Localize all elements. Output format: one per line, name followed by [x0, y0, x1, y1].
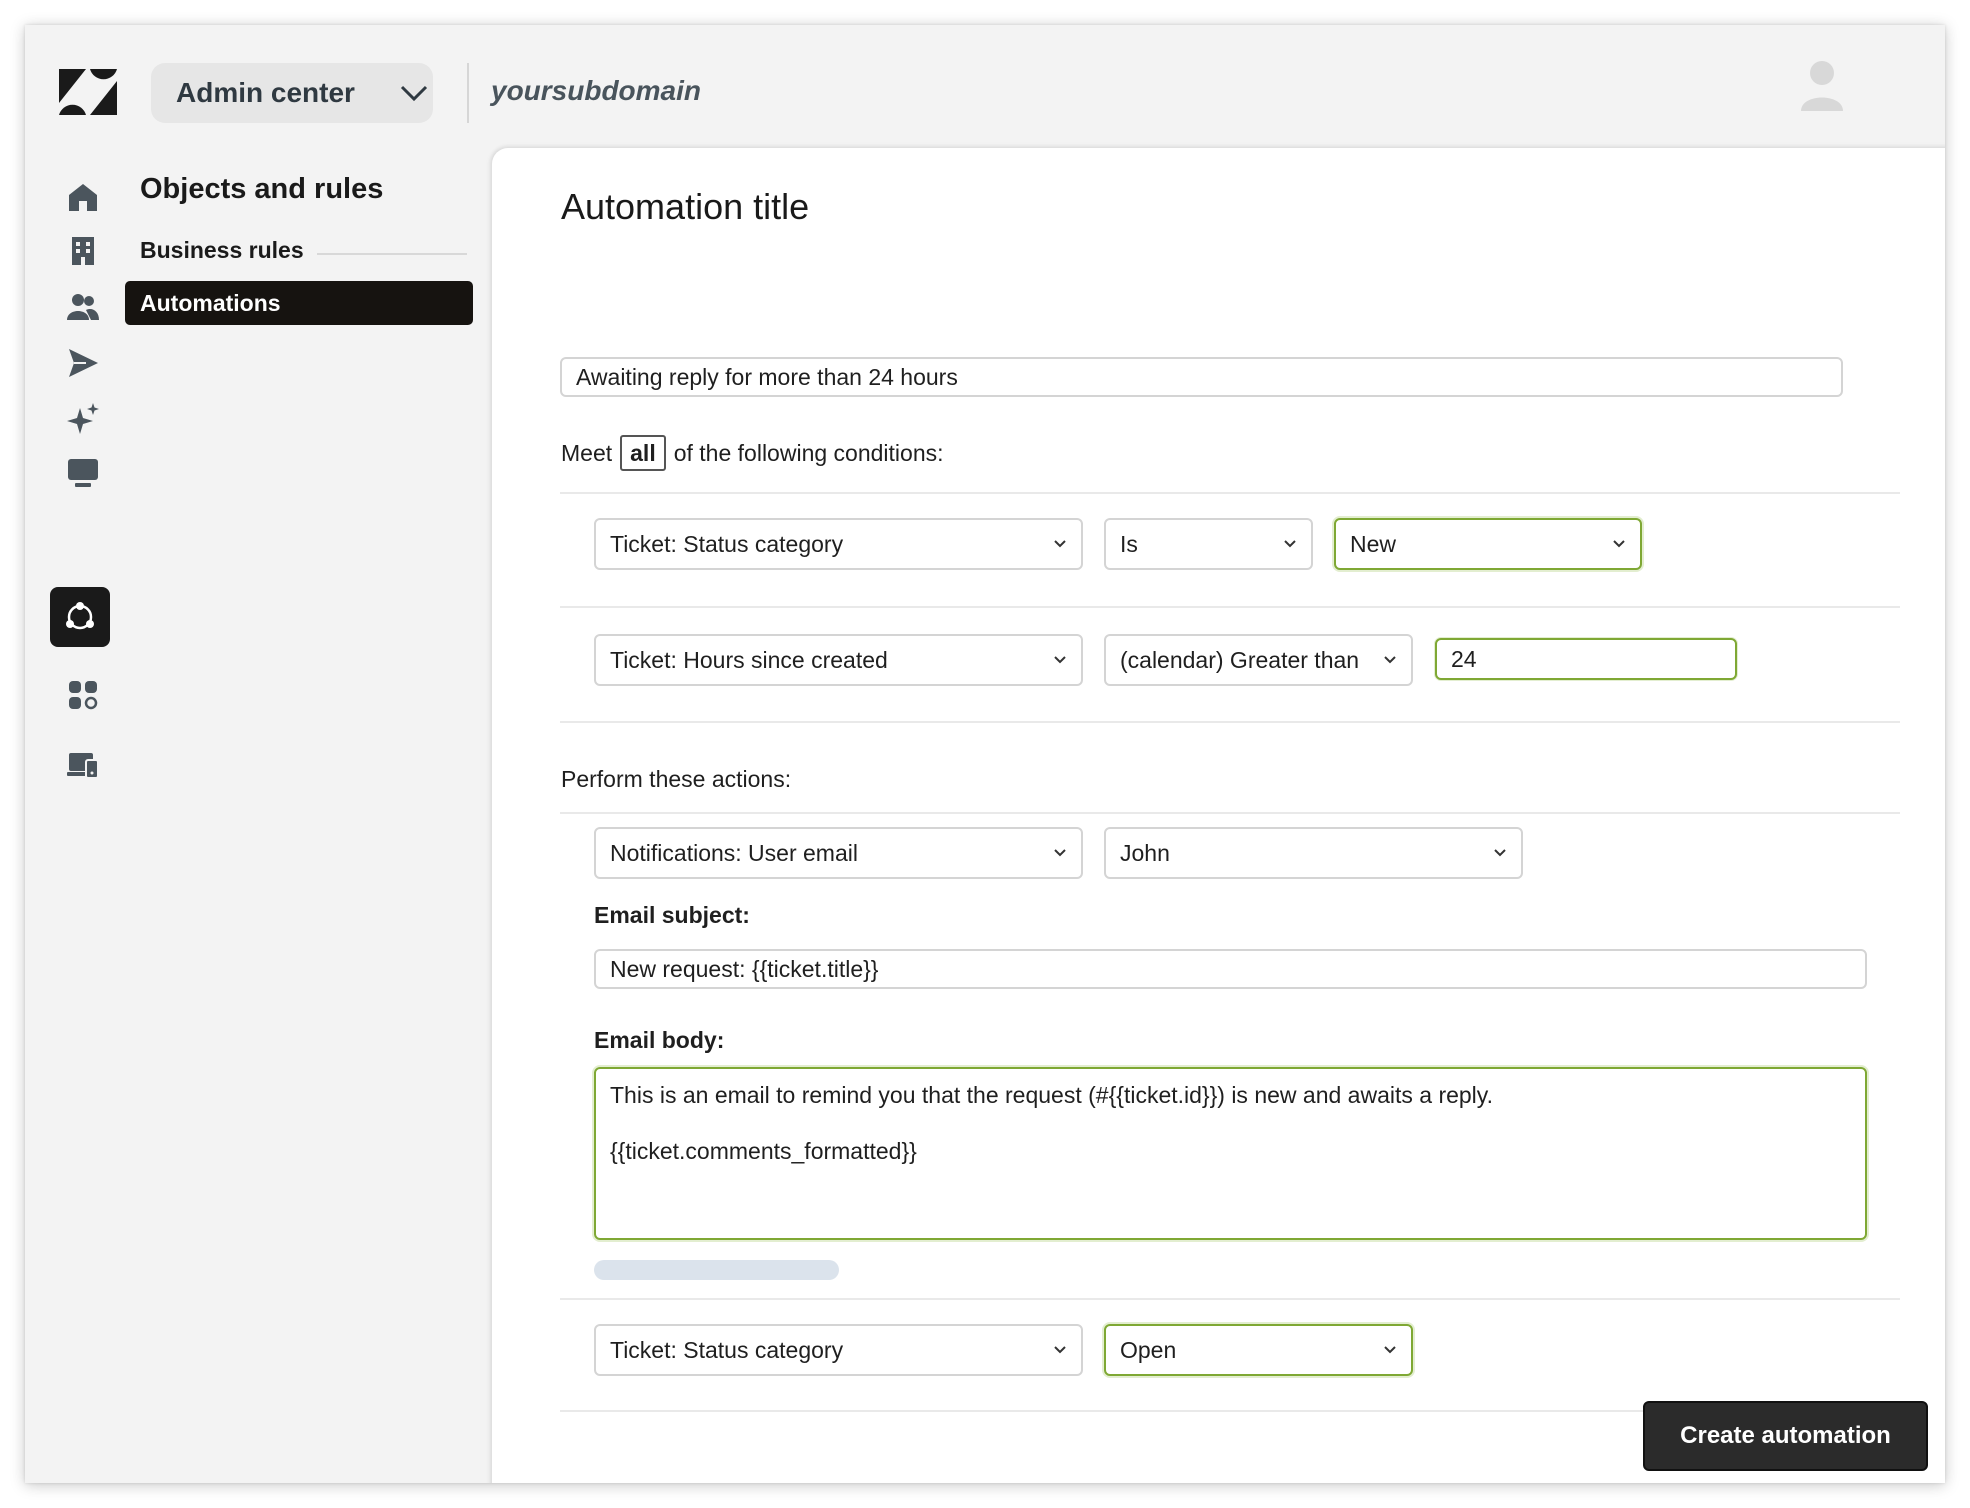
divider	[560, 492, 1900, 494]
email-body-line-1: This is an email to remind you that the …	[610, 1082, 1493, 1108]
condition-2-operator-select[interactable]: (calendar) Greater than	[1104, 634, 1413, 686]
rail-home[interactable]	[55, 169, 111, 225]
send-icon	[69, 349, 98, 377]
condition-1-operator: Is	[1120, 530, 1138, 557]
admin-center-label: Admin center	[176, 77, 355, 108]
email-subject-value: New request: {{ticket.title}}	[610, 955, 879, 982]
action-2-value-select[interactable]: Open	[1104, 1324, 1413, 1376]
monitor-icon	[68, 459, 98, 487]
chevron-down-icon	[1384, 1346, 1396, 1354]
condition-1-field-select[interactable]: Ticket: Status category	[594, 518, 1083, 570]
devices-icon	[67, 753, 99, 779]
nav-title: Objects and rules	[140, 173, 384, 205]
meet-all-select[interactable]: all	[620, 435, 666, 471]
meet-prefix: Meet	[561, 439, 613, 466]
objects-rules-icon	[66, 602, 94, 630]
nav-item-automations[interactable]: Automations	[125, 281, 473, 325]
action-2-value: Open	[1120, 1336, 1177, 1363]
user-avatar-icon[interactable]	[1799, 59, 1845, 111]
condition-2-operator: (calendar) Greater than	[1120, 646, 1360, 673]
condition-2-value-input[interactable]: 24	[1435, 638, 1737, 680]
admin-center-window: Admin center yoursubdomain Objects and r…	[25, 25, 1945, 1483]
divider	[560, 812, 1900, 814]
action-2-field: Ticket: Status category	[610, 1336, 844, 1363]
nav-section-divider	[317, 253, 467, 255]
automation-title-value: Awaiting reply for more than 24 hours	[576, 363, 958, 390]
chevron-down-icon	[1613, 540, 1625, 548]
automation-title-input[interactable]: Awaiting reply for more than 24 hours	[560, 357, 1843, 397]
actions-heading: Perform these actions:	[561, 766, 792, 792]
rail-account[interactable]	[55, 737, 111, 793]
condition-1-operator-select[interactable]: Is	[1104, 518, 1313, 570]
email-body-line-2: {{ticket.comments_formatted}}	[610, 1138, 917, 1164]
rail-organizations[interactable]	[55, 223, 111, 279]
nav-section-business-rules[interactable]: Business rules	[140, 237, 304, 264]
placeholder-link-bar[interactable]	[594, 1260, 839, 1280]
divider	[560, 606, 1900, 608]
divider	[560, 1298, 1900, 1300]
rail-apps[interactable]	[55, 667, 111, 723]
chevron-down-icon	[1284, 540, 1296, 548]
condition-1-field: Ticket: Status category	[610, 530, 844, 557]
action-1-field-select[interactable]: Notifications: User email	[594, 827, 1083, 879]
action-1-recipient-select[interactable]: John	[1104, 827, 1523, 879]
sparkle-icon	[67, 403, 99, 434]
meet-conditions-row: Meet all of the following conditions:	[561, 435, 944, 471]
subdomain-label: yoursubdomain	[491, 75, 702, 106]
condition-2-field-select[interactable]: Ticket: Hours since created	[594, 634, 1083, 686]
rail-people[interactable]	[55, 279, 111, 335]
header-divider	[467, 63, 469, 123]
email-subject-input[interactable]: New request: {{ticket.title}}	[594, 949, 1867, 989]
condition-1-value-select[interactable]: New	[1334, 518, 1642, 570]
chevron-down-icon	[400, 85, 428, 102]
home-icon	[69, 184, 97, 211]
divider	[560, 721, 1900, 723]
people-icon	[67, 294, 99, 320]
chevron-down-icon	[1054, 540, 1066, 548]
email-body-textarea[interactable]: This is an email to remind you that the …	[594, 1067, 1867, 1240]
action-2-field-select[interactable]: Ticket: Status category	[594, 1324, 1083, 1376]
automation-form-panel: Automation title Awaiting reply for more…	[492, 148, 1945, 1483]
building-icon	[72, 237, 94, 265]
chevron-down-icon	[1384, 656, 1396, 664]
email-subject-label: Email subject:	[594, 902, 750, 928]
action-1-field: Notifications: User email	[610, 839, 858, 866]
chevron-down-icon	[1054, 849, 1066, 857]
chevron-down-icon	[1054, 656, 1066, 664]
chevron-down-icon	[1494, 849, 1506, 857]
meet-suffix: of the following conditions:	[673, 439, 944, 466]
condition-2-field: Ticket: Hours since created	[610, 646, 888, 673]
rail-ai[interactable]	[55, 391, 111, 447]
condition-2-value: 24	[1451, 645, 1477, 672]
email-body-label: Email body:	[594, 1027, 725, 1053]
rail-channels[interactable]	[55, 335, 111, 391]
rail-workspaces[interactable]	[55, 445, 111, 501]
admin-center-button[interactable]: Admin center	[151, 63, 433, 123]
apps-icon	[69, 681, 98, 710]
condition-1-value: New	[1350, 530, 1397, 557]
automation-title-heading: Automation title	[561, 186, 810, 227]
zendesk-logo-icon[interactable]	[59, 69, 117, 115]
chevron-down-icon	[1054, 1346, 1066, 1354]
create-automation-button[interactable]: Create automation	[1643, 1401, 1928, 1471]
rail-objects-rules[interactable]	[50, 587, 110, 647]
action-1-recipient: John	[1120, 839, 1170, 866]
